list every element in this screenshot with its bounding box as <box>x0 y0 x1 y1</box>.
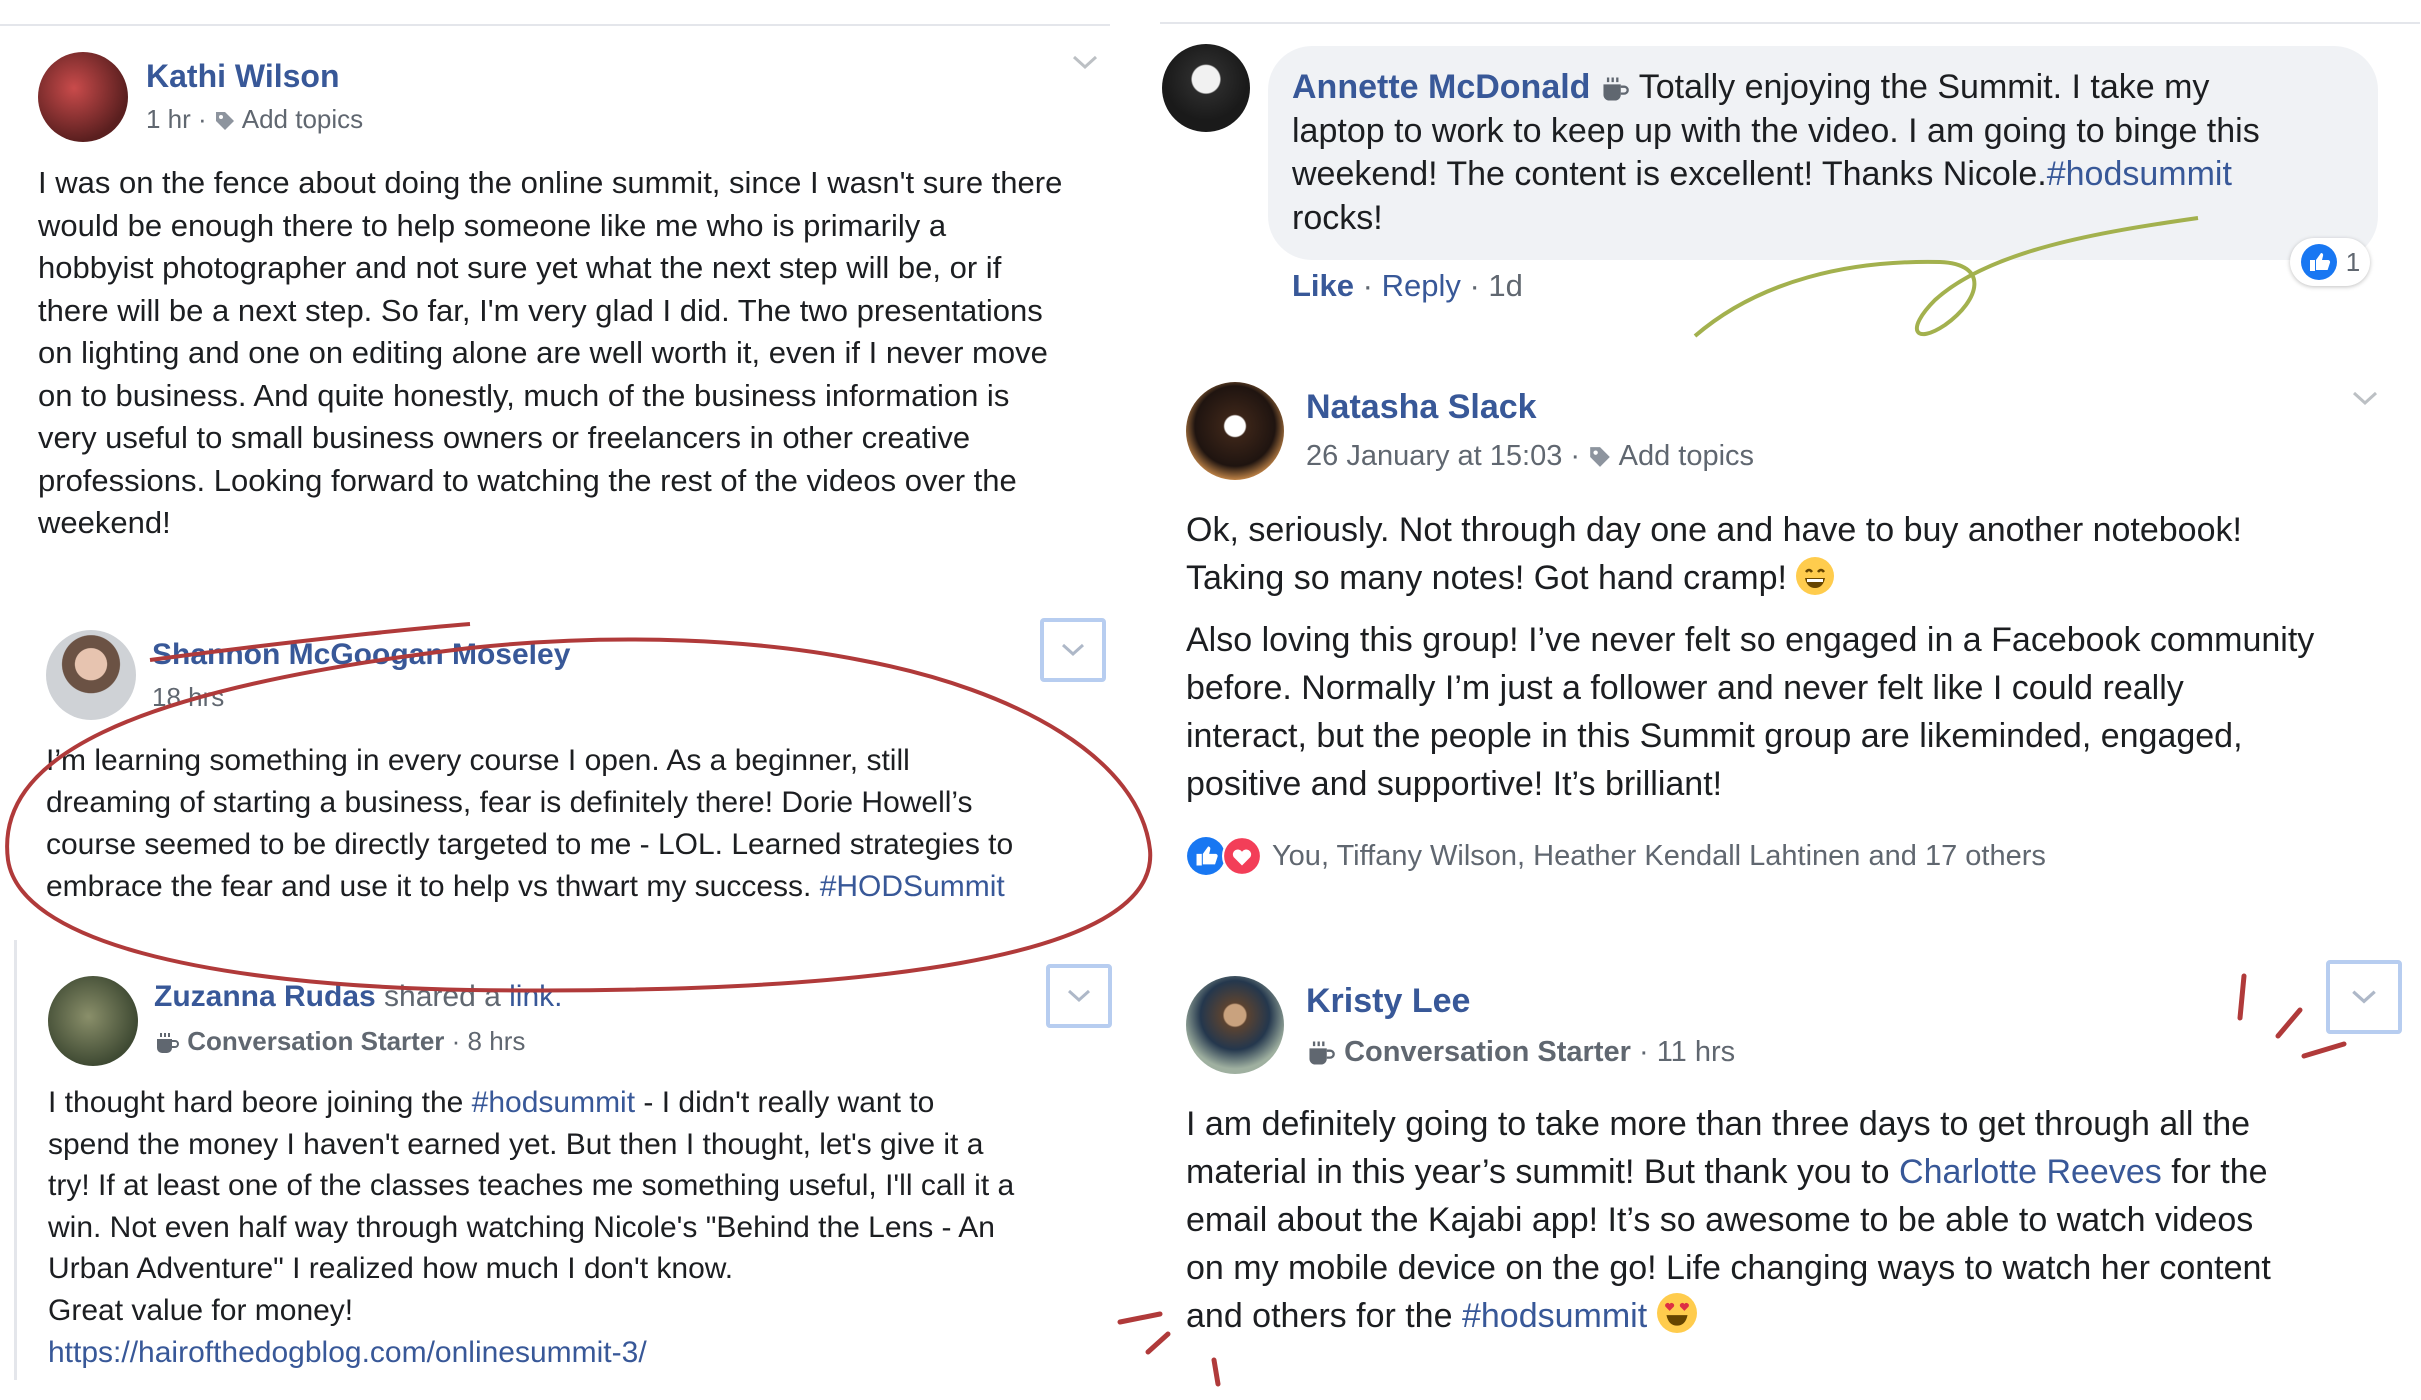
green-squiggle-annotation <box>1693 216 2199 338</box>
annotation-overlay <box>5 216 2347 1387</box>
red-tick-annotation <box>1117 1311 1221 1387</box>
red-tick-annotation <box>2237 973 2347 1059</box>
red-ellipse-annotation <box>5 622 1153 993</box>
